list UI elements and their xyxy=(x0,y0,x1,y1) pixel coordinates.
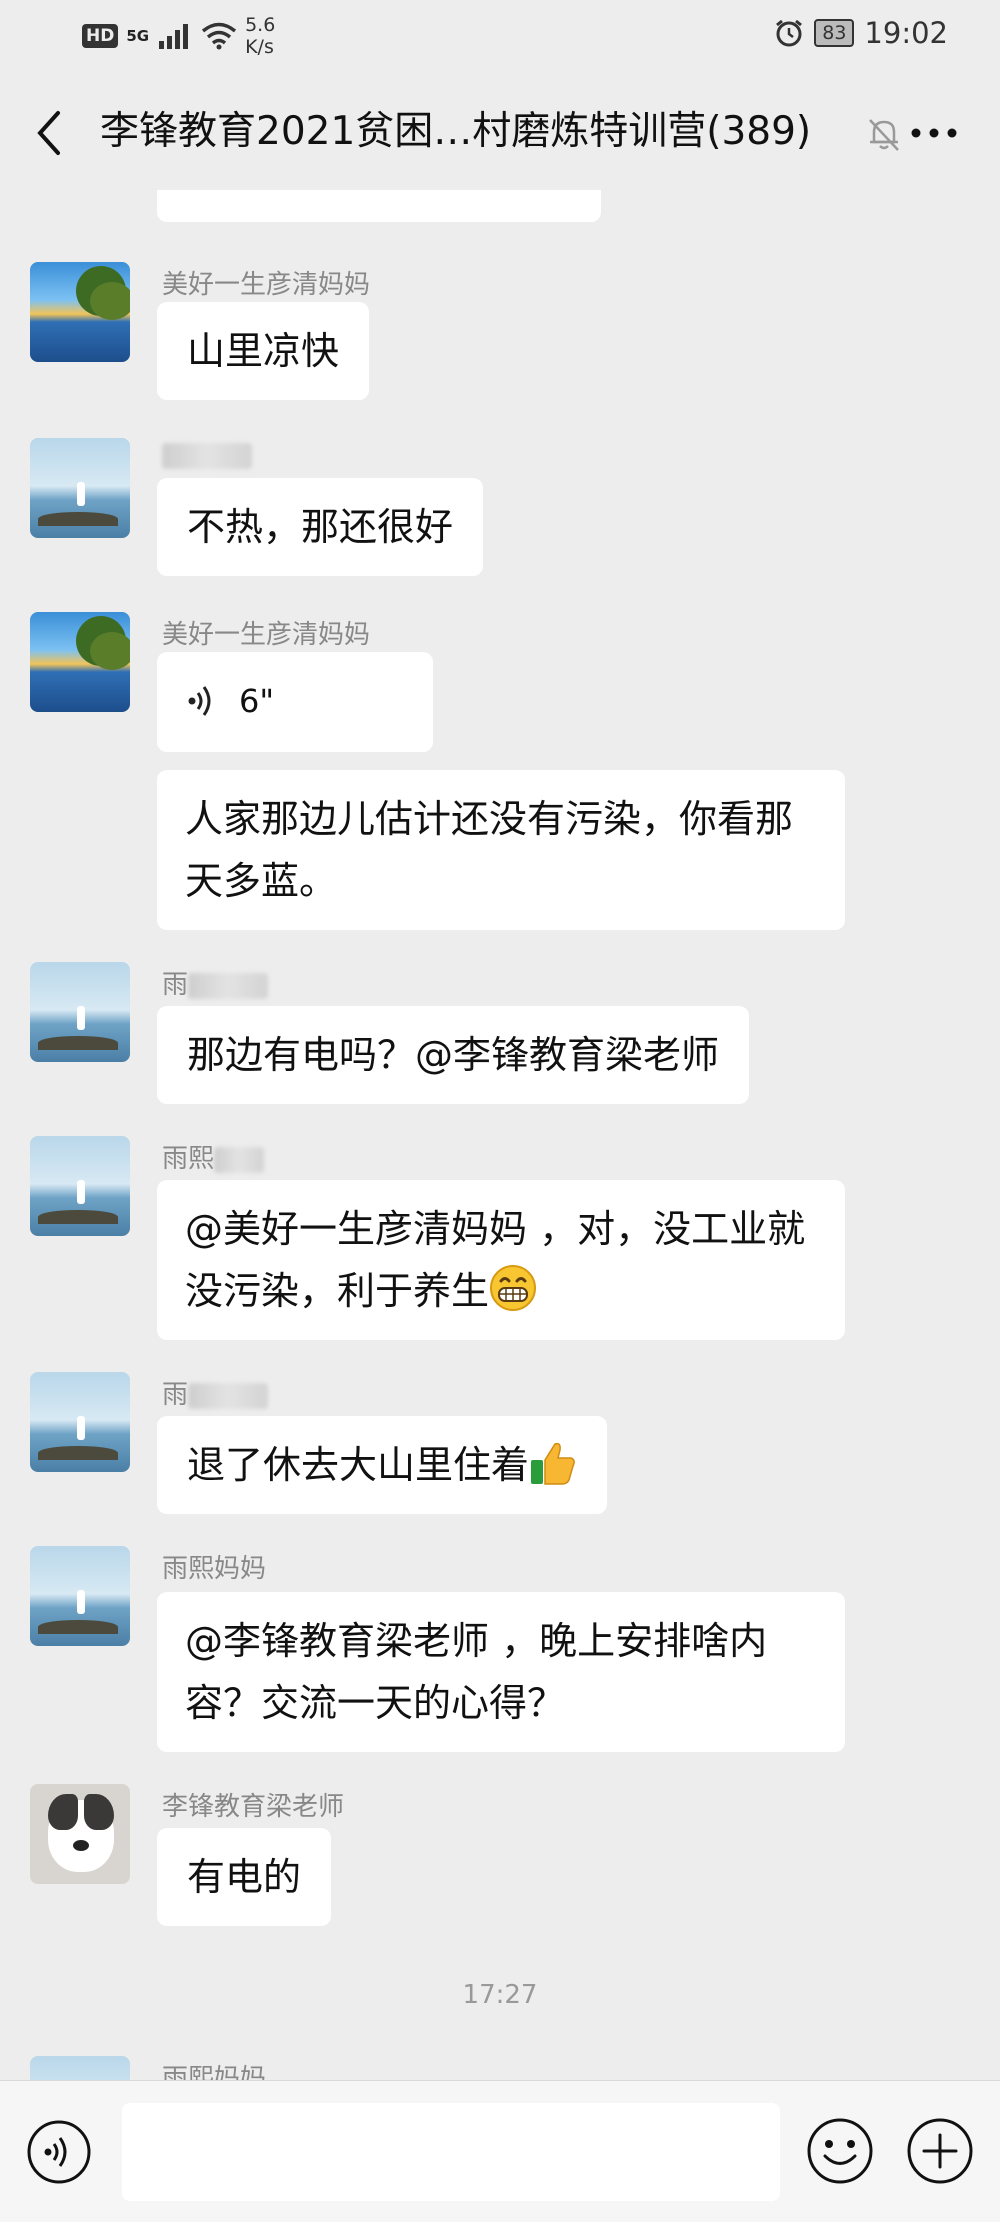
input-bar xyxy=(0,2080,1000,2222)
voice-duration: 6" xyxy=(239,682,275,720)
thumbs-up-emoji-icon xyxy=(531,1442,575,1485)
emoji-icon[interactable] xyxy=(806,2117,874,2185)
network-speed-value: 5.6 xyxy=(245,14,276,36)
blurred-name xyxy=(162,442,252,469)
sender-name: 美好一生彦清妈妈 xyxy=(162,270,371,300)
avatar[interactable] xyxy=(30,1546,130,1646)
sender-name: 雨熙妈妈 xyxy=(162,1554,267,1584)
blurred-name xyxy=(188,972,269,999)
message-bubble[interactable]: 山里凉快 xyxy=(157,302,370,400)
status-left: HD 5G 5.6 K/s xyxy=(82,14,285,58)
bell-muted-icon xyxy=(869,119,899,151)
message-bubble[interactable]: 有电的 xyxy=(157,1828,332,1926)
voice-message-bubble[interactable]: 6" xyxy=(157,652,433,752)
network-speed-unit: K/s xyxy=(245,36,274,58)
avatar[interactable] xyxy=(30,438,130,538)
sender-name: 雨 xyxy=(162,1374,269,1411)
more-dots-icon[interactable] xyxy=(904,110,964,156)
avatar[interactable] xyxy=(30,1372,130,1472)
chat-header: 李锋教育2021贫困…村磨炼特训营(389) xyxy=(0,70,1000,190)
sender-name: 雨熙妈妈 xyxy=(162,2064,267,2080)
signal-icon xyxy=(159,24,189,49)
status-right: 83 19:02 xyxy=(774,16,948,50)
hd-indicator: HD xyxy=(82,24,119,48)
status-time: 19:02 xyxy=(864,16,948,50)
wifi-icon xyxy=(201,22,237,50)
voice-input-icon[interactable] xyxy=(26,2119,92,2185)
avatar[interactable] xyxy=(30,1136,130,1236)
avatar[interactable] xyxy=(30,2056,130,2080)
message-timestamp: 17:27 xyxy=(462,1980,538,2010)
message-list[interactable]: 美好一生彦清妈妈 山里凉快 不热，那还很好 美好一生彦清妈妈 6" 人家那边儿估… xyxy=(0,190,1000,2080)
sender-name xyxy=(162,440,252,470)
message-bubble[interactable]: @李锋教育梁老师 ，晚上安排啥内容？交流一天的心得？ xyxy=(157,1592,845,1752)
network-indicator: 5G xyxy=(126,27,150,45)
blurred-name xyxy=(188,1382,269,1409)
message-bubble[interactable]: 那边有电吗？@李锋教育梁老师 xyxy=(157,1006,750,1104)
message-bubble-partial[interactable] xyxy=(157,190,601,222)
chevron-left-icon[interactable] xyxy=(28,108,72,158)
battery-indicator: 83 xyxy=(814,19,855,47)
message-bubble[interactable]: @美好一生彦清妈妈 ，对，没工业就没污染，利于养生 xyxy=(157,1180,845,1340)
message-bubble[interactable]: 不热，那还很好 xyxy=(157,478,484,576)
sender-name: 李锋教育梁老师 xyxy=(162,1792,345,1822)
alarm-icon xyxy=(776,19,803,47)
sender-name: 雨 xyxy=(162,964,269,1001)
avatar[interactable] xyxy=(30,612,130,712)
voice-wave-icon xyxy=(188,686,211,716)
sender-name: 美好一生彦清妈妈 xyxy=(162,620,371,650)
avatar[interactable] xyxy=(30,262,130,362)
message-text: 退了休去大山里住着 xyxy=(187,1443,530,1487)
grinning-emoji-icon xyxy=(490,1265,537,1311)
message-bubble[interactable]: 人家那边儿估计还没有污染，你看那天多蓝。 xyxy=(157,770,845,930)
voice-message: 6" xyxy=(187,670,403,732)
avatar[interactable] xyxy=(30,962,130,1062)
sender-name: 雨熙 xyxy=(162,1138,265,1175)
status-bar: HD 5G 5.6 K/s 83 19:02 xyxy=(0,0,1000,70)
chat-title: 李锋教育2021贫困…村磨炼特训营(389) xyxy=(100,109,812,154)
message-bubble[interactable]: 退了休去大山里住着 xyxy=(157,1416,608,1514)
avatar[interactable] xyxy=(30,1784,130,1884)
plus-icon[interactable] xyxy=(906,2117,974,2185)
message-input[interactable] xyxy=(122,2103,780,2201)
network-speed: 5.6 K/s xyxy=(245,14,285,58)
blurred-name xyxy=(214,1146,265,1173)
